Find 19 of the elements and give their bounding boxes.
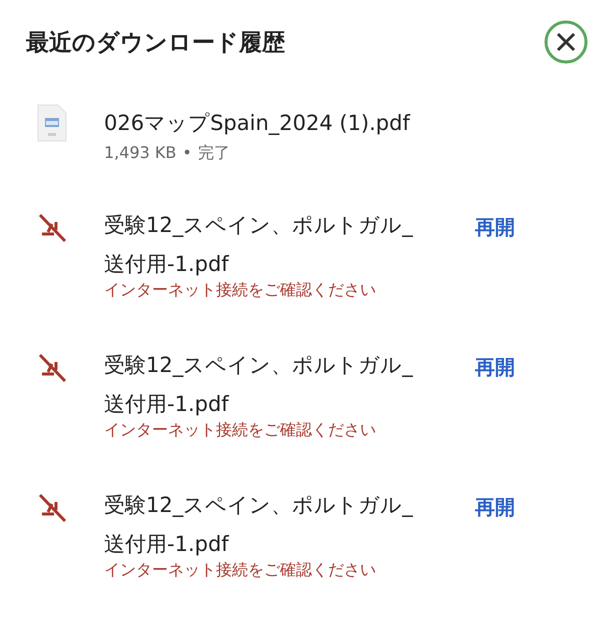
disconnected-icon: [37, 492, 67, 524]
file-size: 1,493 KB: [104, 143, 176, 164]
separator-dot: •: [182, 143, 192, 164]
error-message: インターネット接続をご確認ください: [104, 420, 377, 441]
panel-title: 最近のダウンロード履歴: [26, 28, 285, 58]
resume-button[interactable]: 再開: [471, 210, 519, 245]
download-status: 完了: [198, 143, 230, 164]
disconnected-icon: [37, 212, 67, 244]
file-name: 026マップSpain_2024 (1).pdf: [104, 110, 412, 137]
resume-button[interactable]: 再開: [471, 490, 519, 525]
file-name: 受験12_スペイン、ポルトガル_送付用-1.pdf: [104, 352, 414, 418]
file-name: 受験12_スペイン、ポルトガル_送付用-1.pdf: [104, 492, 414, 558]
pdf-file-icon: [37, 104, 67, 142]
close-icon[interactable]: [544, 20, 588, 64]
file-name: 受験12_スペイン、ポルトガル_送付用-1.pdf: [104, 212, 414, 278]
error-message: インターネット接続をご確認ください: [104, 280, 377, 301]
disconnected-icon: [37, 352, 67, 384]
resume-button[interactable]: 再開: [471, 350, 519, 385]
error-message: インターネット接続をご確認ください: [104, 560, 377, 581]
